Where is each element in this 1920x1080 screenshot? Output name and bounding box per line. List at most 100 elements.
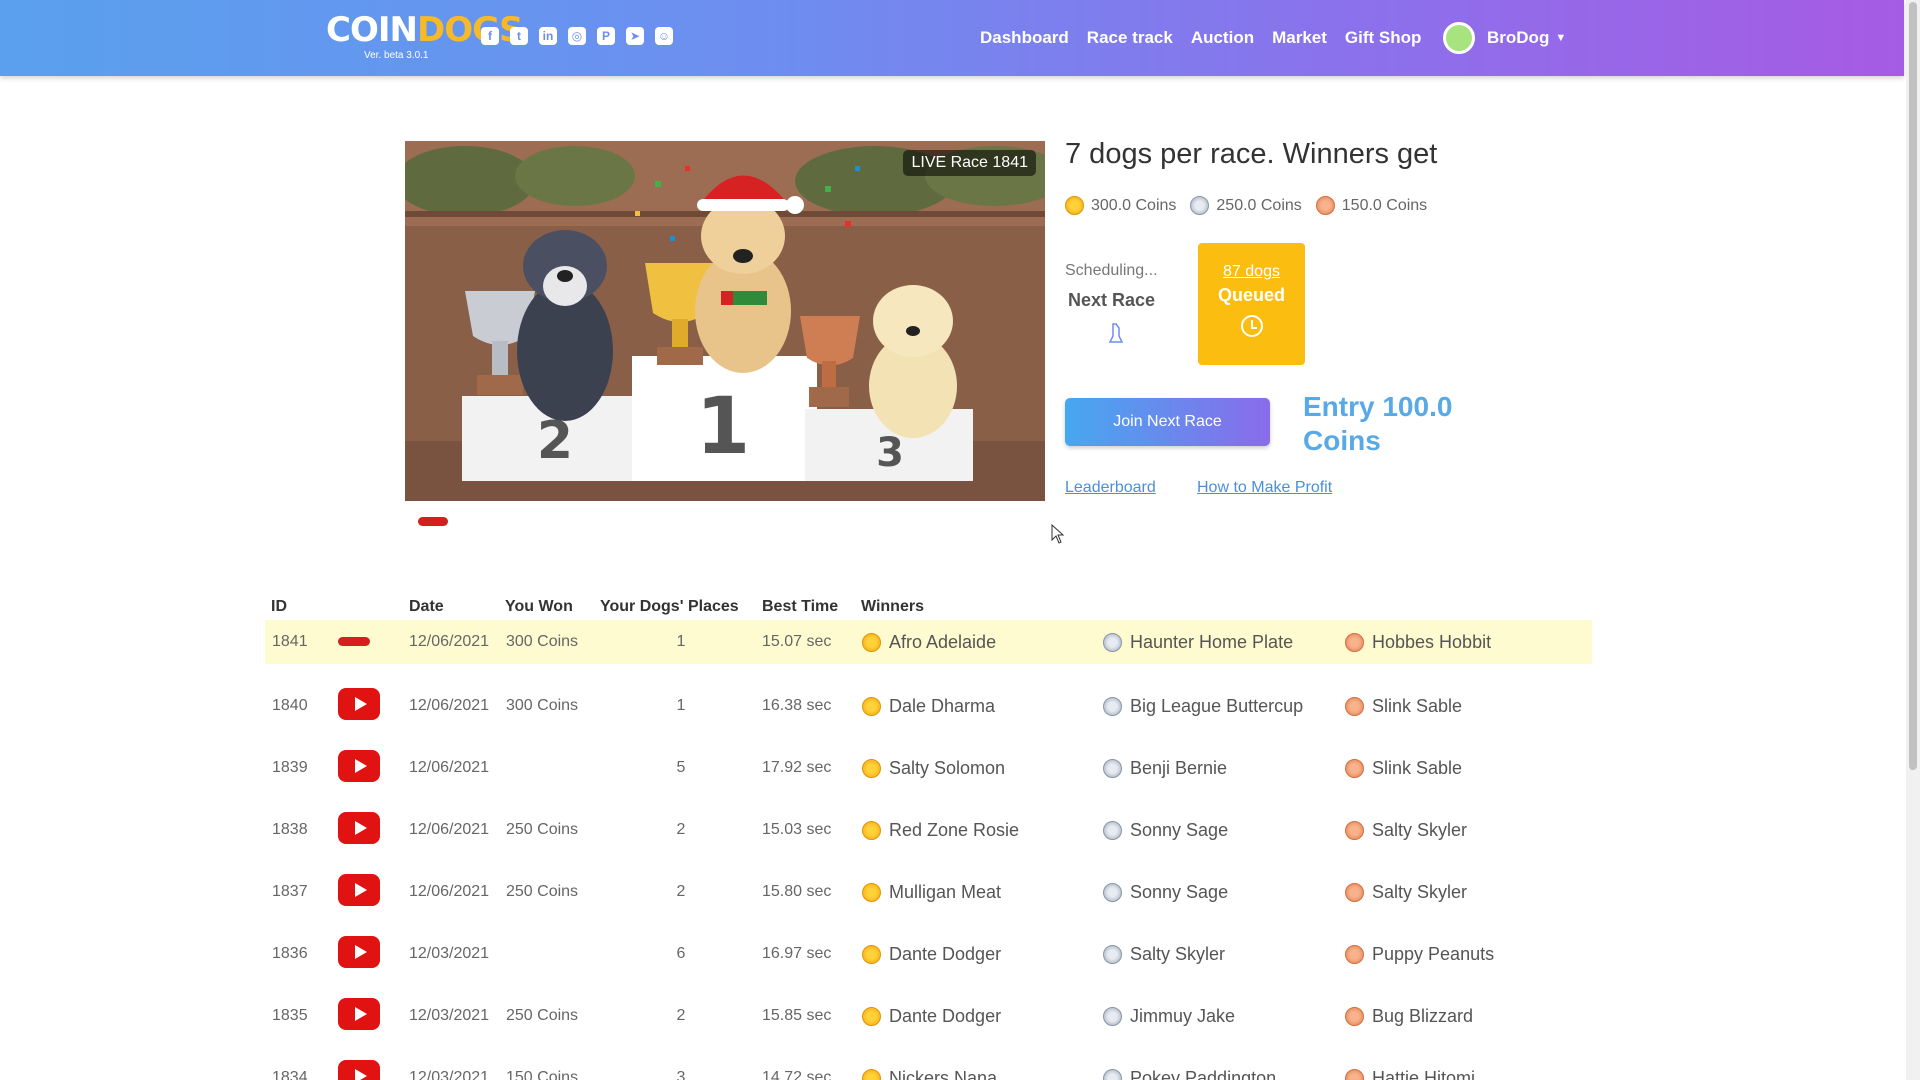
winner-1[interactable]: Afro Adelaide: [862, 620, 996, 664]
queue-status-box: 87 dogs Queued: [1198, 243, 1305, 365]
play-replay-icon[interactable]: [338, 1060, 380, 1080]
linkedin-icon[interactable]: in: [539, 27, 557, 45]
winner-2[interactable]: Big League Buttercup: [1103, 684, 1303, 728]
bronze-coin-icon: [1345, 820, 1364, 840]
winner-name: Puppy Peanuts: [1372, 944, 1495, 964]
winner-3[interactable]: Bug Blizzard: [1345, 994, 1473, 1038]
nav-auction[interactable]: Auction: [1191, 26, 1254, 50]
social-links: f t in ◎ P ➤ ☺: [481, 27, 673, 45]
bronze-coin-icon: [1345, 1068, 1364, 1080]
you-won: 250 Coins: [506, 883, 579, 900]
race-id: 1839: [272, 759, 308, 776]
nav-gift-shop[interactable]: Gift Shop: [1345, 26, 1421, 50]
bronze-coin-icon: [1345, 1006, 1364, 1026]
silver-coin-icon: [1103, 944, 1122, 964]
table-row[interactable]: 1837 12/06/2021 250 Coins 2 15.80 sec Mulliga…: [265, 870, 1592, 914]
entry-fee: Entry 100.0 Coins: [1303, 391, 1453, 456]
winner-name: Dante Dodger: [889, 1006, 1002, 1026]
table-row[interactable]: 1840 12/06/2021 300 Coins 1 16.38 sec Dale Dh…: [265, 684, 1592, 728]
dogs-place: 2: [676, 821, 686, 838]
table-row[interactable]: 1835 12/03/2021 250 Coins 2 15.85 sec Dante D…: [265, 994, 1592, 1038]
best-time: 17.92 sec: [762, 759, 832, 776]
coin-dogs-logo[interactable]: COINDOGS Ver. beta 3.0.1: [326, 10, 523, 66]
page-scrollbar[interactable]: [1906, 0, 1920, 1080]
play-replay-icon[interactable]: [338, 874, 380, 906]
prize-first: 300.0 Coins: [1065, 196, 1176, 215]
table-row[interactable]: 1834 12/03/2021 150 Coins 3 14.72 sec Nickers…: [265, 1056, 1592, 1080]
you-won: 300 Coins: [506, 633, 579, 650]
winner-3[interactable]: Salty Skyler: [1345, 808, 1467, 852]
instagram-icon[interactable]: ◎: [568, 27, 586, 45]
winner-2[interactable]: Benji Bernie: [1103, 746, 1227, 790]
winner-2[interactable]: Haunter Home Plate: [1103, 620, 1293, 664]
you-won: 250 Coins: [506, 1007, 579, 1024]
gold-coin-icon: [1065, 196, 1084, 215]
winner-1[interactable]: Nickers Nana: [862, 1056, 997, 1080]
winner-name: Salty Solomon: [889, 758, 1006, 778]
winner-3[interactable]: Salty Skyler: [1345, 870, 1467, 914]
race-date: 12/06/2021: [409, 821, 490, 838]
winner-2[interactable]: Pokey Paddington: [1103, 1056, 1276, 1080]
race-id: 1835: [272, 1007, 308, 1024]
winner-1[interactable]: Dale Dharma: [862, 684, 995, 728]
user-menu[interactable]: BroDog ▼: [1443, 22, 1566, 54]
race-date: 12/03/2021: [409, 945, 490, 962]
race-date: 12/06/2021: [409, 759, 490, 776]
race-date: 12/06/2021: [409, 633, 490, 650]
winner-1[interactable]: Mulligan Meat: [862, 870, 1001, 914]
winner-name: Pokey Paddington: [1130, 1068, 1277, 1080]
play-replay-icon[interactable]: [338, 812, 380, 844]
best-time: 15.80 sec: [762, 883, 832, 900]
winner-3[interactable]: Hattie Hitomi: [1345, 1056, 1475, 1080]
table-row[interactable]: 1839 12/06/2021 5 17.92 sec Salty Solomon Ben…: [265, 746, 1592, 790]
winner-1[interactable]: Red Zone Rosie: [862, 808, 1019, 852]
play-replay-icon[interactable]: [338, 936, 380, 968]
twitter-icon[interactable]: t: [510, 27, 528, 45]
play-replay-icon[interactable]: [338, 688, 380, 720]
nav-dashboard[interactable]: Dashboard: [980, 26, 1069, 50]
live-indicator[interactable]: [338, 637, 370, 646]
play-replay-icon[interactable]: [338, 750, 380, 782]
winner-3[interactable]: Puppy Peanuts: [1345, 932, 1494, 976]
carousel-indicator[interactable]: [418, 517, 448, 526]
telegram-icon[interactable]: ➤: [626, 27, 644, 45]
winner-2[interactable]: Sonny Sage: [1103, 808, 1228, 852]
prize-first-text: 300.0 Coins: [1091, 196, 1177, 214]
leaderboard-link[interactable]: Leaderboard: [1065, 479, 1156, 497]
bronze-coin-icon: [1345, 882, 1364, 902]
gold-coin-icon: [862, 944, 881, 964]
scrollbar-thumb[interactable]: [1909, 2, 1917, 770]
nav-market[interactable]: Market: [1272, 26, 1327, 50]
table-row[interactable]: 1836 12/03/2021 6 16.97 sec Dante Dodger Salt…: [265, 932, 1592, 976]
table-row[interactable]: 1838 12/06/2021 250 Coins 2 15.03 sec Red Zon…: [265, 808, 1592, 852]
version-label: Ver. beta 3.0.1: [364, 50, 429, 61]
column-header-winners: Winners: [861, 598, 924, 615]
race-date: 12/06/2021: [409, 883, 490, 900]
winner-1[interactable]: Salty Solomon: [862, 746, 1005, 790]
winner-name: Afro Adelaide: [889, 632, 997, 652]
next-race-label: Next Race: [1068, 290, 1156, 310]
winner-2[interactable]: Salty Skyler: [1103, 932, 1225, 976]
race-date: 12/03/2021: [409, 1007, 490, 1024]
how-to-make-profit-link[interactable]: How to Make Profit: [1197, 479, 1332, 497]
pinterest-icon[interactable]: P: [597, 27, 615, 45]
winner-3[interactable]: Slink Sable: [1345, 684, 1462, 728]
winner-1[interactable]: Dante Dodger: [862, 994, 1001, 1038]
winner-name: Jimmuy Jake: [1130, 1006, 1236, 1026]
play-replay-icon[interactable]: [338, 998, 380, 1030]
winner-name: Benji Bernie: [1130, 758, 1228, 778]
race-id: 1834: [272, 1069, 308, 1080]
queued-dogs-link[interactable]: 87 dogs: [1198, 263, 1305, 281]
discord-icon[interactable]: ☺: [655, 27, 673, 45]
winner-3[interactable]: Hobbes Hobbit: [1345, 620, 1491, 664]
winner-2[interactable]: Jimmuy Jake: [1103, 994, 1235, 1038]
race-id: 1838: [272, 821, 308, 838]
you-won: 300 Coins: [506, 697, 579, 714]
winner-3[interactable]: Slink Sable: [1345, 746, 1462, 790]
join-next-race-button[interactable]: Join Next Race: [1065, 398, 1270, 446]
facebook-icon[interactable]: f: [481, 27, 499, 45]
table-row[interactable]: 1841 12/06/2021 300 Coins 1 15.07 sec Afro Ad…: [265, 620, 1592, 664]
nav-race-track[interactable]: Race track: [1087, 26, 1173, 50]
winner-1[interactable]: Dante Dodger: [862, 932, 1001, 976]
winner-2[interactable]: Sonny Sage: [1103, 870, 1228, 914]
